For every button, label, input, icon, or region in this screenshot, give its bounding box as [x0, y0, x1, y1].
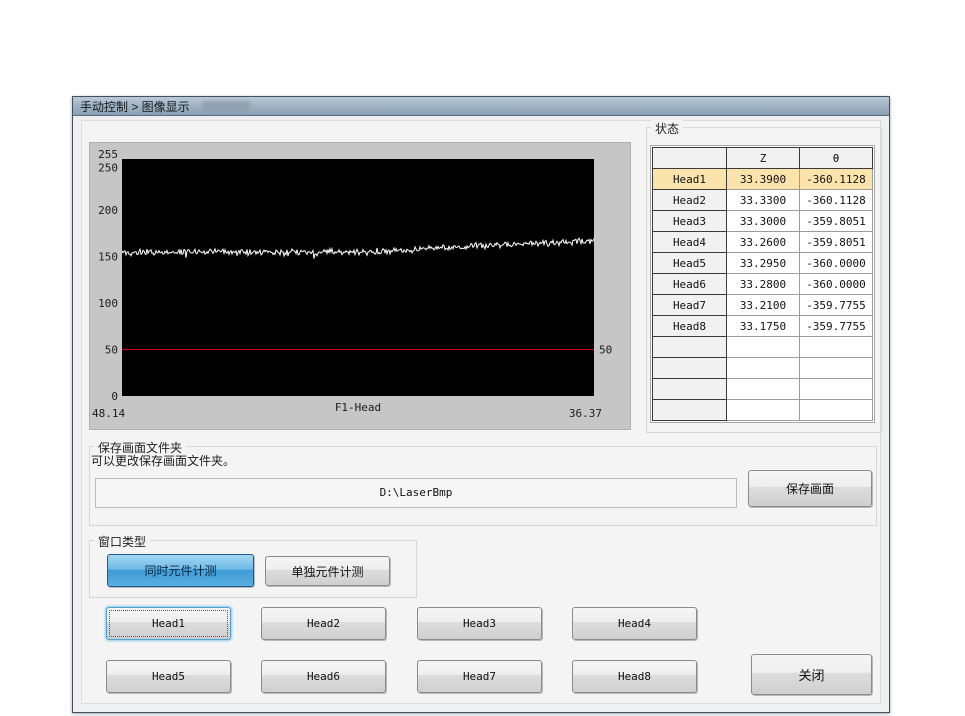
theta-value-cell[interactable]: -360.1128 [800, 190, 873, 211]
theta-value-cell[interactable] [800, 400, 873, 421]
individual-measure-button[interactable]: 单独元件计测 [265, 556, 390, 586]
theta-value-cell[interactable]: -359.8051 [800, 211, 873, 232]
row-header-cell[interactable]: Head4 [653, 232, 727, 253]
head7-button[interactable]: Head7 [417, 660, 542, 693]
column-header-theta: θ [800, 148, 873, 169]
svg-text:F1-Head: F1-Head [335, 401, 381, 414]
table-row[interactable]: Head333.3000-359.8051 [653, 211, 873, 232]
svg-text:150: 150 [98, 251, 118, 264]
head8-button[interactable]: Head8 [572, 660, 697, 693]
z-value-cell[interactable]: 33.3900 [727, 169, 800, 190]
table-row[interactable]: Head533.2950-360.0000 [653, 253, 873, 274]
row-header-cell[interactable] [653, 337, 727, 358]
theta-value-cell[interactable]: -360.1128 [800, 169, 873, 190]
row-header-cell[interactable]: Head8 [653, 316, 727, 337]
window-title: 手动控制 > 图像显示 [80, 98, 190, 115]
svg-text:255: 255 [98, 148, 118, 161]
theta-value-cell[interactable]: -360.0000 [800, 253, 873, 274]
window-type-group: 窗口类型 同时元件计测 单独元件计测 [89, 540, 417, 598]
svg-text:100: 100 [98, 297, 118, 310]
z-value-cell[interactable]: 33.2600 [727, 232, 800, 253]
svg-text:250: 250 [98, 162, 118, 175]
theta-value-cell[interactable]: -359.8051 [800, 232, 873, 253]
svg-text:50: 50 [105, 344, 118, 357]
theta-value-cell[interactable]: -359.7755 [800, 316, 873, 337]
save-folder-group: 保存画面文件夹 可以更改保存画面文件夹。 D:\LaserBmp 保存画面 [89, 446, 877, 526]
head5-button[interactable]: Head5 [106, 660, 231, 693]
intensity-chart: 255250 200 150 100 50 0 50 48.14 F1-Head 36.37 [90, 143, 630, 429]
save-path-field[interactable]: D:\LaserBmp [95, 478, 737, 508]
row-header-cell[interactable]: Head6 [653, 274, 727, 295]
z-value-cell[interactable] [727, 358, 800, 379]
table-row[interactable]: Head233.3300-360.1128 [653, 190, 873, 211]
main-panel: 255250 200 150 100 50 0 50 48.14 F1-Head 36.37 状态… [81, 120, 881, 704]
row-header-cell[interactable] [653, 400, 727, 421]
row-header-cell[interactable]: Head2 [653, 190, 727, 211]
table-row[interactable]: Head633.2800-360.0000 [653, 274, 873, 295]
save-screen-button[interactable]: 保存画面 [748, 470, 872, 507]
table-row[interactable]: Head433.2600-359.8051 [653, 232, 873, 253]
svg-text:36.37: 36.37 [569, 407, 602, 420]
theta-value-cell[interactable] [800, 358, 873, 379]
head3-button[interactable]: Head3 [417, 607, 542, 640]
row-header-cell[interactable]: Head7 [653, 295, 727, 316]
svg-text:0: 0 [111, 390, 118, 403]
head1-button[interactable]: Head1 [106, 607, 231, 640]
row-header-cell[interactable] [653, 358, 727, 379]
status-table: Z θ Head133.3900-360.1128Head233.3300-36… [650, 145, 875, 423]
theta-value-cell[interactable]: -360.0000 [800, 274, 873, 295]
row-header-cell[interactable]: Head1 [653, 169, 727, 190]
table-row[interactable] [653, 400, 873, 421]
z-value-cell[interactable]: 33.2100 [727, 295, 800, 316]
theta-value-cell[interactable] [800, 337, 873, 358]
head4-button[interactable]: Head4 [572, 607, 697, 640]
row-header-cell[interactable] [653, 379, 727, 400]
z-value-cell[interactable]: 33.3300 [727, 190, 800, 211]
head6-button[interactable]: Head6 [261, 660, 386, 693]
table-row[interactable] [653, 358, 873, 379]
z-value-cell[interactable]: 33.2950 [727, 253, 800, 274]
column-header-blank [653, 148, 727, 169]
row-header-cell[interactable]: Head3 [653, 211, 727, 232]
z-value-cell[interactable]: 33.1750 [727, 316, 800, 337]
window-body: 255250 200 150 100 50 0 50 48.14 F1-Head 36.37 状态… [73, 117, 889, 712]
theta-value-cell[interactable]: -359.7755 [800, 295, 873, 316]
z-value-cell[interactable] [727, 379, 800, 400]
z-value-cell[interactable]: 33.2800 [727, 274, 800, 295]
image-display-window: 手动控制 > 图像显示 255250 200 150 100 50 0 50 48.14 F1-… [72, 96, 890, 713]
z-value-cell[interactable]: 33.3000 [727, 211, 800, 232]
theta-value-cell[interactable] [800, 379, 873, 400]
table-header-row: Z θ [653, 148, 873, 169]
table-row[interactable] [653, 379, 873, 400]
svg-text:50: 50 [599, 344, 612, 357]
svg-text:48.14: 48.14 [92, 407, 125, 420]
z-value-cell[interactable] [727, 337, 800, 358]
head2-button[interactable]: Head2 [261, 607, 386, 640]
window-type-group-label: 窗口类型 [94, 533, 150, 550]
z-value-cell[interactable] [727, 400, 800, 421]
redacted-text [202, 101, 250, 111]
table-row[interactable]: Head833.1750-359.7755 [653, 316, 873, 337]
row-header-cell[interactable]: Head5 [653, 253, 727, 274]
status-group-label: 状态 [651, 120, 683, 137]
table-row[interactable]: Head133.3900-360.1128 [653, 169, 873, 190]
status-group: 状态 Z θ Head133.3900-360.1128Head233.3300… [646, 127, 882, 433]
chart-panel: 255250 200 150 100 50 0 50 48.14 F1-Head 36.37 [89, 142, 631, 430]
titlebar[interactable]: 手动控制 > 图像显示 [73, 97, 889, 116]
table-row[interactable]: Head733.2100-359.7755 [653, 295, 873, 316]
table-row[interactable] [653, 337, 873, 358]
simultaneous-measure-button[interactable]: 同时元件计测 [107, 554, 254, 587]
column-header-z: Z [727, 148, 800, 169]
svg-text:200: 200 [98, 204, 118, 217]
close-button[interactable]: 关闭 [751, 654, 872, 695]
save-folder-hint: 可以更改保存画面文件夹。 [91, 452, 235, 469]
